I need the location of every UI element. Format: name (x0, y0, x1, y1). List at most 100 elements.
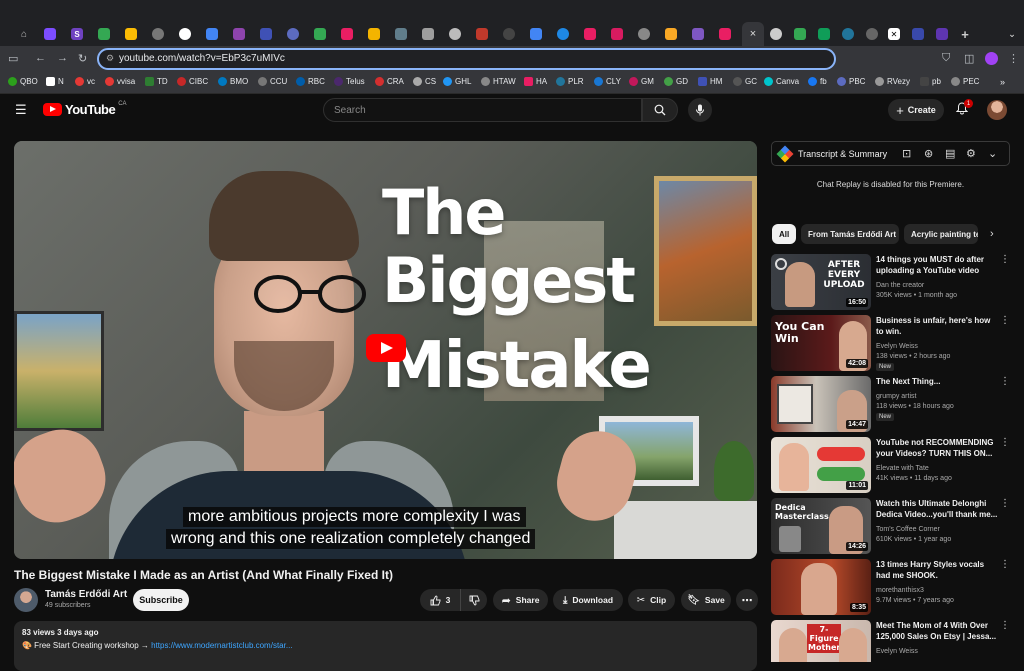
video-thumbnail[interactable]: Dedica Masterclass. 14:26 (771, 498, 871, 554)
active-tab-close-icon[interactable]: × (742, 22, 764, 46)
bookmark[interactable]: vc (75, 77, 95, 86)
video-thumbnail[interactable]: 7-Figure Mother (771, 620, 871, 662)
list-item[interactable]: 8:35 13 times Harry Styles vocals had me… (771, 559, 1014, 615)
search-input[interactable]: Search (323, 98, 642, 122)
save-button[interactable]: 🔖︎ Save (681, 589, 731, 611)
bookmark[interactable]: pb (920, 77, 941, 86)
browser-tab[interactable] (148, 26, 168, 42)
browser-tab[interactable] (202, 26, 222, 42)
bookmark[interactable]: HTAW (481, 77, 516, 86)
video-thumbnail[interactable]: 14:47 (771, 376, 871, 432)
browser-tab[interactable] (499, 26, 519, 42)
notifications-button[interactable]: 1 (955, 99, 973, 120)
browser-tab[interactable] (121, 26, 141, 42)
like-button[interactable]: 3 (420, 589, 460, 611)
transcript-summary-panel[interactable]: Transcript & Summary ⊡ ⊛ ▤ ⚙ ⌄ (771, 141, 1010, 166)
split-view-icon[interactable]: ◫ (964, 52, 974, 65)
chip-acrylic-painting[interactable]: Acrylic painting te (904, 224, 978, 244)
new-tab-icon[interactable]: + (955, 26, 975, 42)
more-vertical-icon[interactable]: ⋮ (1000, 315, 1010, 326)
chip-all[interactable]: All (772, 224, 796, 244)
download-button[interactable]: ⤓ Download (553, 589, 623, 611)
bookmark[interactable]: CS (413, 77, 436, 86)
video-thumbnail[interactable]: 8:35 (771, 559, 871, 615)
browser-tab[interactable] (634, 26, 654, 42)
reload-icon[interactable]: ↻ (78, 52, 87, 65)
browser-tab[interactable] (580, 26, 600, 42)
browser-tab[interactable] (40, 26, 60, 42)
browser-tab[interactable] (283, 26, 303, 42)
bookmark[interactable]: GC (733, 77, 757, 86)
account-avatar[interactable] (987, 100, 1007, 120)
bookmark[interactable]: N (46, 77, 64, 86)
site-info-icon[interactable]: ⚙ (106, 53, 114, 64)
bookmark[interactable]: PLR (556, 77, 584, 86)
more-vertical-icon[interactable]: ⋮ (1000, 559, 1010, 570)
browser-tab[interactable] (908, 26, 928, 42)
browser-tab[interactable] (175, 26, 195, 42)
extension-shield-icon[interactable]: ⛉ (942, 52, 950, 65)
profile-icon[interactable] (985, 52, 998, 65)
create-button[interactable]: + Create (888, 99, 944, 121)
bookmark[interactable]: HM (698, 77, 722, 86)
browser-tab[interactable] (661, 26, 681, 42)
list-item[interactable]: You Can Win 42:08 Business is unfair, he… (771, 315, 1014, 371)
more-vertical-icon[interactable]: ⋮ (1000, 498, 1010, 509)
video-player[interactable]: The Biggest Mistake more ambitious proje… (14, 141, 757, 559)
transcript-icon[interactable]: ▤ (945, 147, 955, 160)
browser-tab[interactable] (838, 26, 858, 42)
more-bookmarks-icon[interactable]: » (1000, 77, 1005, 87)
tab-search-icon[interactable]: ⌄ (1002, 26, 1022, 42)
chip-from-channel[interactable]: From Tamás Erdődi Art (801, 224, 899, 244)
browser-tab[interactable] (553, 26, 573, 42)
ai-icon[interactable]: ⊛ (924, 147, 933, 160)
more-vertical-icon[interactable]: ⋮ (1000, 620, 1010, 631)
more-actions-button[interactable]: ⋯ (736, 589, 758, 611)
settings-icon[interactable]: ⚙ (966, 147, 976, 160)
clip-button[interactable]: ✂ Clip (628, 589, 675, 611)
home-icon[interactable]: ⌂ (14, 26, 34, 42)
channel-avatar[interactable] (14, 588, 38, 612)
list-item[interactable]: 14:47 The Next Thing... grumpy artist 11… (771, 376, 1014, 432)
browser-tab[interactable]: S (67, 26, 87, 42)
dislike-button[interactable] (460, 589, 487, 611)
browser-tab[interactable] (814, 26, 834, 42)
bookmark[interactable]: CCU (258, 77, 287, 86)
browser-tab[interactable] (472, 26, 492, 42)
browser-menu-icon[interactable]: ⋮ (1008, 52, 1019, 65)
browser-tab[interactable] (310, 26, 330, 42)
browser-tab[interactable] (418, 26, 438, 42)
browser-tab[interactable]: ✕ (884, 26, 904, 42)
share-button[interactable]: ➦ Share (493, 589, 548, 611)
video-thumbnail[interactable]: AFTER EVERY UPLOAD 16:50 (771, 254, 871, 310)
chevron-right-icon[interactable]: › (990, 228, 994, 240)
video-thumbnail[interactable]: 11:01 (771, 437, 871, 493)
bookmark[interactable]: CRA (375, 77, 404, 86)
youtube-logo[interactable]: YouTube CA (43, 101, 127, 117)
video-thumbnail[interactable]: You Can Win 42:08 (771, 315, 871, 371)
list-item[interactable]: AFTER EVERY UPLOAD 16:50 14 things you M… (771, 254, 1014, 310)
bookmark[interactable]: GHL (443, 77, 471, 86)
bookmark[interactable]: GM (629, 77, 654, 86)
bookmark[interactable]: vvisa (105, 77, 135, 86)
back-icon[interactable]: ← (35, 52, 46, 64)
forward-icon[interactable]: → (57, 52, 68, 64)
more-vertical-icon[interactable]: ⋮ (1000, 254, 1010, 265)
play-button[interactable] (366, 334, 406, 362)
search-button[interactable] (642, 98, 678, 122)
bookmark[interactable]: TD (145, 77, 168, 86)
description-box[interactable]: 83 views 3 days ago 🎨 Free Start Creatin… (14, 621, 757, 671)
browser-tab[interactable] (932, 26, 952, 42)
browser-tab[interactable] (766, 26, 786, 42)
browser-tab[interactable] (364, 26, 384, 42)
bookmark[interactable]: QBO (8, 77, 38, 86)
bookmark[interactable]: RBC (296, 77, 325, 86)
browser-tab[interactable] (256, 26, 276, 42)
browser-tab[interactable] (445, 26, 465, 42)
browser-tab[interactable] (526, 26, 546, 42)
bookmark[interactable]: PBC (837, 77, 865, 86)
browser-tab[interactable] (229, 26, 249, 42)
more-vertical-icon[interactable]: ⋮ (1000, 376, 1010, 387)
channel-name[interactable]: Tamás Erdődi Art (45, 589, 127, 600)
browser-tab[interactable] (337, 26, 357, 42)
